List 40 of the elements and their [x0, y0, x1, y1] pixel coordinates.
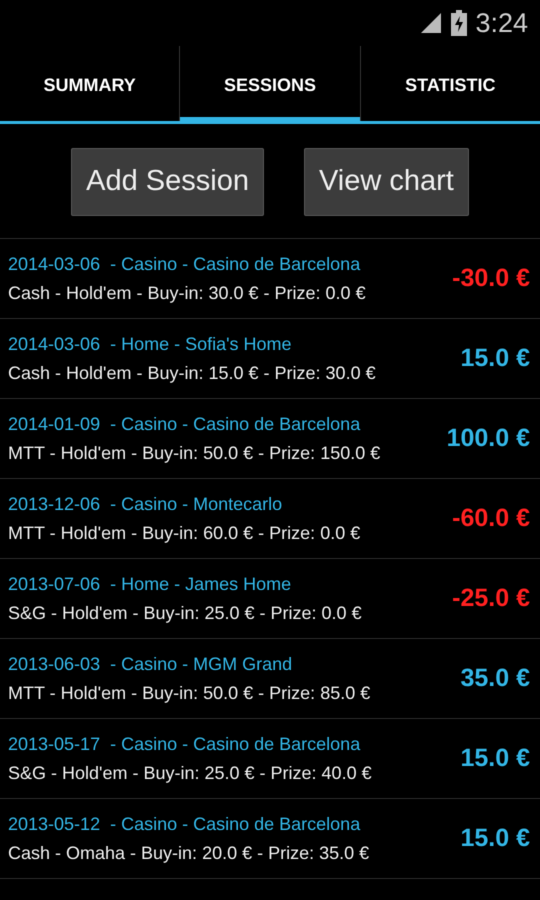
session-result: 15.0 €: [460, 342, 530, 374]
tab[interactable]: STATISTIC: [360, 56, 540, 124]
session-title: 2014-03-06 - Casino - Casino de Barcelona: [8, 252, 362, 276]
session-details: MTT - Hold'em - Buy-in: 50.0 € - Prize: 150.0 €: [8, 442, 380, 465]
session-title: 2014-03-06 - Home - Sofia's Home: [8, 332, 293, 356]
session-row[interactable]: 2013-07-06 - Home - James Home S&G - Hold'em - Buy-in: 25.0 € - Prize: 0.0 € -25.0 €: [0, 558, 540, 638]
session-details: Cash - Hold'em - Buy-in: 15.0 € - Prize: 30.0 €: [8, 362, 376, 385]
session-details: MTT - Hold'em - Buy-in: 50.0 € - Prize: 85.0 €: [8, 682, 370, 705]
session-result: 100.0 €: [446, 422, 530, 454]
action-button[interactable]: Add Session: [71, 148, 264, 216]
session-result: 35.0 €: [460, 662, 530, 694]
clock-time: 3:24: [475, 6, 528, 40]
session-result: -25.0 €: [452, 582, 530, 614]
session-title: 2013-05-12 - Casino - Casino de Barcelona: [8, 812, 362, 836]
session-title: 2013-12-06 - Casino - Montecarlo: [8, 492, 284, 516]
session-row[interactable]: 2014-01-09 - Casino - Casino de Barcelona MTT - Hold'em - Buy-in: 50.0 € - Prize: 150.0 € 100.0 €: [0, 398, 540, 478]
session-title: 2014-01-09 - Casino - Casino de Barcelona: [8, 412, 362, 436]
session-result: -30.0 €: [452, 262, 530, 294]
session-row[interactable]: 2013-05-12 - Casino - Casino de Barcelona Cash - Omaha - Buy-in: 20.0 € - Prize: 35.0 € 15.0 €: [0, 798, 540, 878]
session-details: S&G - Hold'em - Buy-in: 25.0 € - Prize: 0.0 €: [8, 602, 362, 625]
session-result: 15.0 €: [460, 742, 530, 774]
session-row[interactable]: 2013-12-06 - Casino - Montecarlo MTT - Hold'em - Buy-in: 60.0 € - Prize: 0.0 € -60.0 €: [0, 478, 540, 558]
session-row[interactable]: 2014-03-06 - Casino - Casino de Barcelona Cash - Hold'em - Buy-in: 30.0 € - Prize: 0.0 € -30.0 €: [0, 238, 540, 318]
session-details: MTT - Hold'em - Buy-in: 60.0 € - Prize: 0.0 €: [8, 522, 360, 545]
session-details: S&G - Hold'em - Buy-in: 25.0 € - Prize: 40.0 €: [8, 762, 372, 785]
battery-icon: [451, 10, 468, 36]
session-row[interactable]: 2013-05-17 - Casino - Casino de Barcelona S&G - Hold'em - Buy-in: 25.0 € - Prize: 40.0 € 15.0 €: [0, 718, 540, 798]
session-title: 2013-07-06 - Home - James Home: [8, 572, 292, 596]
signal-icon: [419, 11, 444, 35]
session-row[interactable]: 2013-06-03 - Casino - MGM Grand MTT - Hold'em - Buy-in: 50.0 € - Prize: 85.0 € 35.0 €: [0, 638, 540, 718]
session-title: 2013-05-17 - Casino - Casino de Barcelona: [8, 732, 362, 756]
session-title: 2013-06-03 - Casino - MGM Grand: [8, 652, 294, 676]
tab[interactable]: SUMMARY: [0, 56, 180, 124]
action-button[interactable]: View chart: [304, 148, 469, 216]
session-details: Cash - Hold'em - Buy-in: 30.0 € - Prize: 0.0 €: [8, 282, 366, 305]
session-result: 15.0 €: [460, 822, 530, 854]
session-result: -60.0 €: [452, 502, 530, 534]
session-row[interactable]: 2014-03-06 - Home - Sofia's Home Cash - Hold'em - Buy-in: 15.0 € - Prize: 30.0 € 15.0 €: [0, 318, 540, 398]
tab[interactable]: SESSIONS: [180, 56, 360, 124]
session-details: Cash - Omaha - Buy-in: 20.0 € - Prize: 35.0 €: [8, 842, 370, 865]
